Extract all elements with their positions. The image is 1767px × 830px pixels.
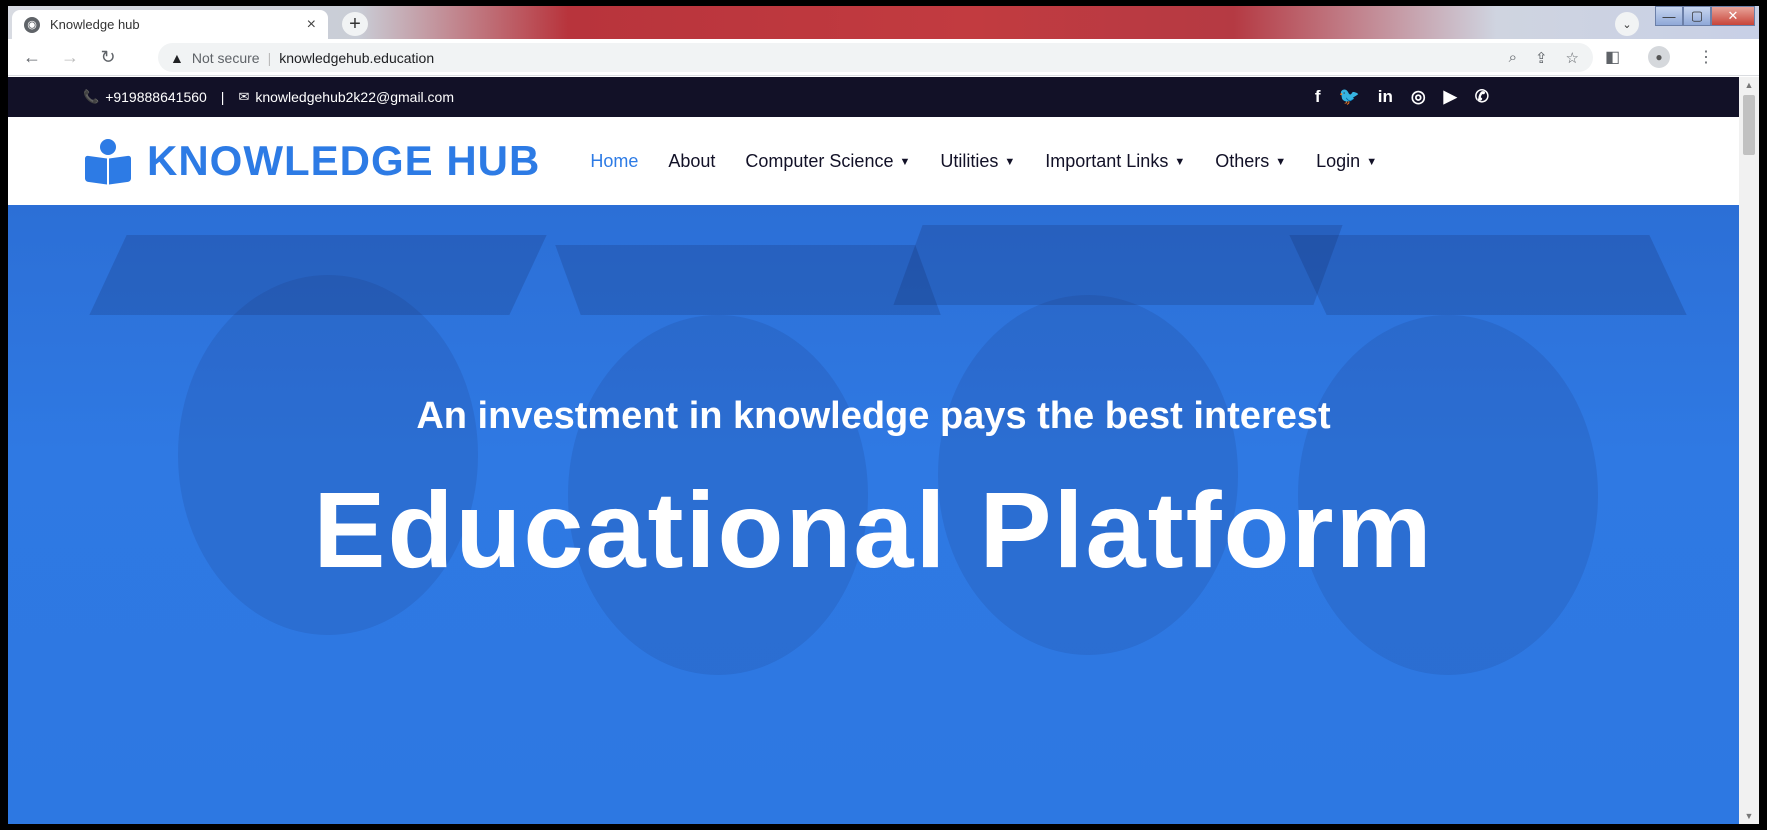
caret-down-icon: ▼ [1004,155,1016,168]
nav-computer-science[interactable]: Computer Science ▼ [745,151,910,172]
scrollbar-thumb[interactable] [1743,95,1755,155]
caret-down-icon: ▼ [1366,155,1378,168]
globe-icon: ◉ [24,16,40,33]
back-icon[interactable]: ← [20,45,44,69]
browser-tab[interactable]: ◉ Knowledge hub × [12,10,328,39]
hero-headline: Educational Platform [313,469,1434,590]
hero-bg-cap [893,225,1343,305]
nav-important-links[interactable]: Important Links ▼ [1045,151,1185,172]
contact-email[interactable]: knowledgehub2k22@gmail.com [255,89,454,105]
hero-banner: An investment in knowledge pays the best… [8,205,1739,824]
address-separator: | [267,49,272,66]
browser-menu-icon[interactable]: ⋮ [1698,45,1714,69]
contact-bar: 📞 +919888641560 | ✉ knowledgehub2k22@gma… [8,77,1739,117]
browser-toolbar: ← → ↻ ▲ Not secure | knowledgehub.educat… [8,39,1759,76]
nav-home[interactable]: Home [590,151,638,172]
maximize-button[interactable]: ▢ [1683,6,1711,26]
twitter-icon[interactable]: 🐦 [1339,87,1360,107]
zoom-search-icon[interactable]: ⌕ [1509,49,1517,66]
tab-search-icon[interactable]: ⌄ [1615,12,1639,36]
profile-area: ● [1648,45,1670,69]
browser-window: ◉ Knowledge hub × + ⌄ — ▢ ✕ ← → ↻ ▲ Not … [8,6,1759,824]
site-brand[interactable]: KNOWLEDGE HUB [147,137,540,185]
warning-icon[interactable]: ▲ [170,50,184,66]
nav-about[interactable]: About [668,151,715,172]
scroll-down-icon[interactable]: ▼ [1739,808,1759,824]
instagram-icon[interactable]: ◎ [1411,87,1426,107]
tab-strip: ◉ Knowledge hub × + ⌄ — ▢ ✕ [8,6,1759,39]
share-icon[interactable]: ⇪ [1535,49,1548,67]
social-links: f 🐦 in ◎ ▶ ✆ [1315,77,1489,117]
logo-book-icon[interactable] [83,139,133,185]
hero-bg-cap [1289,235,1687,315]
whatsapp-icon[interactable]: ✆ [1475,87,1489,107]
page-scrollbar[interactable]: ▲ ▼ [1739,77,1759,824]
nav-others[interactable]: Others ▼ [1215,151,1286,172]
nav-login[interactable]: Login ▼ [1316,151,1377,172]
hero-bg-cap [555,245,941,315]
contact-phone[interactable]: +919888641560 [105,89,207,105]
address-bar[interactable]: ▲ Not secure | knowledgehub.education ⌕ … [158,43,1593,72]
nav-important-links-label: Important Links [1045,150,1169,171]
security-label[interactable]: Not secure [192,50,260,66]
facebook-icon[interactable]: f [1315,87,1321,107]
screen-frame: ◉ Knowledge hub × + ⌄ — ▢ ✕ ← → ↻ ▲ Not … [0,0,1767,830]
contact-separator: | [220,89,225,105]
nav-utilities[interactable]: Utilities ▼ [940,151,1015,172]
nav-computer-science-label: Computer Science [745,150,894,171]
hero-tagline: An investment in knowledge pays the best… [416,395,1331,437]
scroll-up-icon[interactable]: ▲ [1739,77,1759,93]
reload-icon[interactable]: ↻ [96,45,120,69]
main-navbar: KNOWLEDGE HUB Home About Computer Scienc… [8,117,1739,205]
youtube-icon[interactable]: ▶ [1444,87,1457,107]
nav-utilities-label: Utilities [940,150,999,171]
nav-login-label: Login [1316,150,1361,171]
omnibox-actions: ⌕ ⇪ ☆ [1509,43,1579,72]
new-tab-button[interactable]: + [342,12,368,36]
hero-bg-cap [89,235,547,315]
phone-icon: 📞 [83,89,100,104]
linkedin-icon[interactable]: in [1378,87,1393,107]
caret-down-icon: ▼ [1174,155,1186,168]
nav-others-label: Others [1215,150,1270,171]
web-page: 📞 +919888641560 | ✉ knowledgehub2k22@gma… [8,77,1739,824]
caret-down-icon: ▼ [899,155,911,168]
profile-avatar-icon[interactable]: ● [1648,46,1670,68]
minimize-button[interactable]: — [1655,6,1683,26]
tab-close-icon[interactable]: × [307,16,316,34]
nav-menu: Home About Computer Science ▼ Utilities ▼ … [590,151,1377,172]
side-panel-icon[interactable]: ◧ [1605,45,1620,69]
tab-title: Knowledge hub [50,17,140,32]
bookmark-star-icon[interactable]: ☆ [1566,49,1579,67]
mail-icon: ✉ [238,89,250,104]
close-window-button[interactable]: ✕ [1711,6,1755,26]
url-text[interactable]: knowledgehub.education [279,50,434,66]
caret-down-icon: ▼ [1275,155,1287,168]
forward-icon[interactable]: → [58,45,82,69]
